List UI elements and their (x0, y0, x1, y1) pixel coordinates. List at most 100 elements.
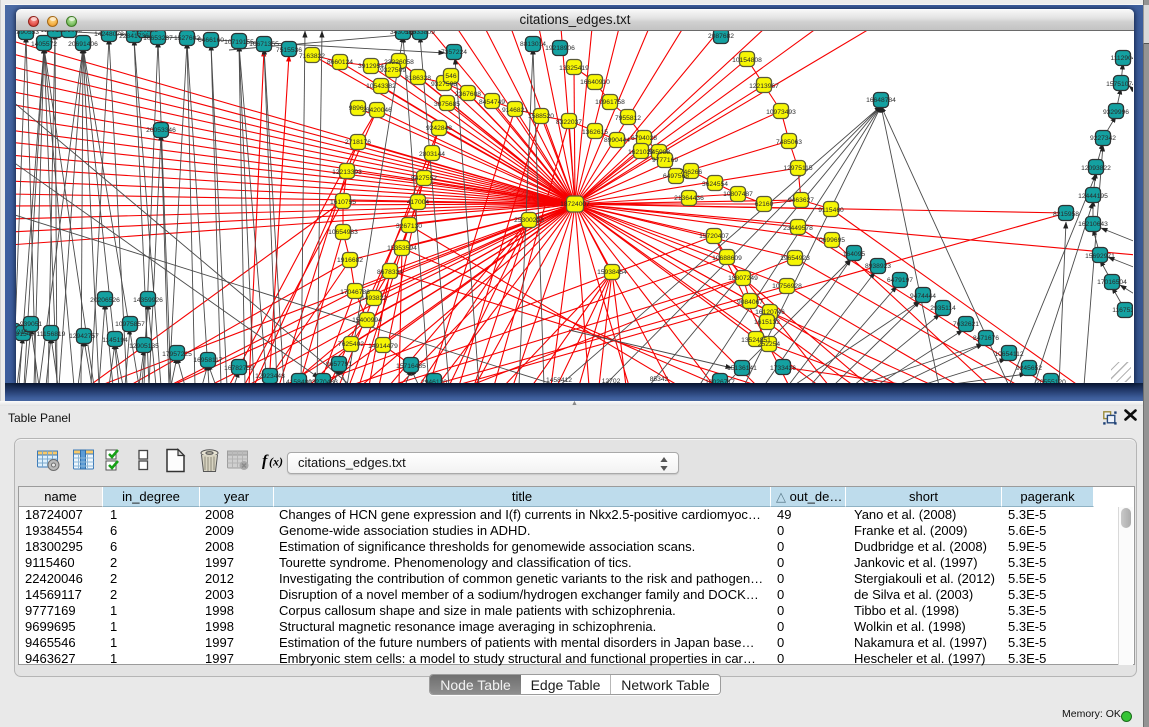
svg-text:25300203: 25300203 (514, 217, 544, 224)
svg-text:417004: 417004 (407, 199, 430, 206)
svg-text:2718176: 2718176 (345, 139, 371, 146)
svg-text:9227342: 9227342 (1090, 135, 1116, 142)
svg-text:1458412: 1458412 (546, 377, 572, 383)
svg-text:13325419: 13325419 (559, 65, 589, 72)
svg-text:8678334: 8678334 (377, 269, 403, 276)
svg-text:85342: 85342 (650, 376, 669, 383)
svg-text:6794028: 6794028 (631, 135, 657, 142)
svg-text:1493822: 1493822 (361, 295, 387, 302)
svg-text:10654983: 10654983 (328, 229, 358, 236)
svg-text:9245652: 9245652 (1016, 365, 1042, 372)
svg-text:16640910: 16640910 (580, 79, 610, 86)
svg-text:11156819: 11156819 (37, 331, 66, 338)
svg-text:12444195: 12444195 (1078, 193, 1108, 200)
svg-text:6061658: 6061658 (56, 31, 82, 34)
svg-text:16671355: 16671355 (249, 41, 279, 48)
svg-text:1916682: 1916682 (337, 257, 363, 264)
svg-text:12213967: 12213967 (749, 83, 779, 90)
svg-text:2087682: 2087682 (708, 33, 734, 40)
svg-text:2803144: 2803144 (419, 151, 445, 158)
svg-text:252254: 252254 (758, 341, 781, 348)
svg-text:9115460: 9115460 (818, 207, 844, 214)
svg-text:16210643: 16210643 (1078, 221, 1108, 228)
svg-text:10653287: 10653287 (143, 35, 173, 42)
svg-text:1733426: 1733426 (770, 365, 796, 372)
svg-text:7955812: 7955812 (615, 115, 641, 122)
svg-text:9327508: 9327508 (431, 81, 457, 88)
svg-text:10807487: 10807487 (723, 191, 753, 198)
svg-text:8186328: 8186328 (405, 75, 431, 82)
svg-text:9329996: 9329996 (1103, 109, 1129, 116)
svg-text:1527602: 1527602 (174, 35, 200, 42)
svg-text:7163822: 7163822 (299, 53, 325, 60)
svg-text:345988: 345988 (648, 149, 671, 156)
svg-text:17016504: 17016504 (1097, 279, 1127, 286)
svg-text:9327509: 9327509 (380, 67, 406, 74)
svg-text:23226058: 23226058 (384, 59, 414, 66)
svg-text:12942757: 12942757 (69, 333, 99, 340)
svg-text:16782759: 16782759 (224, 365, 254, 372)
svg-text:1145194: 1145194 (102, 337, 128, 344)
svg-text:62160: 62160 (755, 201, 774, 208)
svg-text:9657791: 9657791 (326, 361, 352, 368)
svg-text:20053346: 20053346 (146, 127, 176, 134)
svg-text:(x): (x) (269, 455, 283, 469)
svg-text:15938454: 15938454 (597, 269, 627, 276)
svg-text:8471676: 8471676 (973, 335, 999, 342)
svg-text:20555120: 20555120 (1036, 379, 1066, 383)
svg-text:12213393: 12213393 (332, 169, 362, 176)
svg-text:1167533: 1167533 (1112, 307, 1133, 314)
svg-text:7625402: 7625402 (338, 341, 364, 348)
svg-text:10973493: 10973493 (766, 109, 796, 116)
svg-text:19654923: 19654923 (780, 255, 810, 262)
svg-text:8215958: 8215958 (1053, 211, 1079, 218)
svg-text:8990444: 8990444 (604, 137, 630, 144)
svg-text:6479197: 6479197 (887, 277, 913, 284)
svg-text:1588520: 1588520 (528, 113, 554, 120)
svg-text:10654112: 10654112 (994, 351, 1024, 358)
svg-text:391549: 391549 (16, 331, 34, 338)
svg-text:1615132: 1615132 (754, 319, 780, 326)
svg-text:20206526: 20206526 (90, 297, 120, 304)
svg-text:1362615: 1362615 (582, 129, 608, 136)
svg-text:1405572: 1405572 (31, 41, 57, 48)
svg-text:6466160: 6466160 (198, 37, 224, 44)
svg-text:2946120: 2946120 (421, 379, 447, 383)
svg-text:8660124: 8660124 (327, 59, 353, 66)
svg-text:12702: 12702 (602, 378, 621, 383)
svg-text:939051: 939051 (20, 321, 43, 328)
svg-text:f: f (262, 453, 269, 470)
svg-text:7485063: 7485063 (776, 139, 802, 146)
svg-text:8427552: 8427552 (411, 175, 437, 182)
svg-text:16958117: 16958117 (193, 357, 223, 364)
svg-text:3875685: 3875685 (434, 101, 460, 108)
svg-text:21364436: 21364436 (674, 195, 704, 202)
svg-text:9084067: 9084067 (737, 299, 763, 306)
svg-text:15720407: 15720407 (699, 233, 729, 240)
svg-text:18026717: 18026717 (705, 379, 735, 383)
svg-text:16033809: 16033809 (405, 31, 435, 36)
svg-text:15692971: 15692971 (1085, 253, 1115, 260)
svg-text:2620223: 2620223 (132, 31, 158, 34)
svg-text:3267130: 3267130 (396, 223, 422, 230)
svg-text:16648784: 16648784 (866, 97, 896, 104)
svg-text:18807249: 18807249 (728, 275, 758, 282)
svg-text:10154808: 10154808 (732, 57, 762, 64)
svg-text:13270483: 13270483 (308, 379, 338, 383)
svg-text:2367608: 2367608 (455, 91, 481, 98)
svg-text:10543382: 10543382 (366, 83, 396, 90)
svg-text:98961: 98961 (349, 105, 368, 112)
svg-text:9242848: 9242848 (426, 125, 452, 132)
svg-text:20691406: 20691406 (68, 41, 98, 48)
svg-text:9474444: 9474444 (910, 293, 936, 300)
svg-text:15751074: 15751074 (1106, 81, 1133, 88)
svg-text:546: 546 (445, 73, 456, 80)
svg-text:1890553: 1890553 (16, 31, 39, 36)
svg-text:9777169: 9777169 (652, 157, 678, 164)
svg-text:10756928: 10756928 (772, 283, 802, 290)
svg-text:8454749: 8454749 (479, 99, 505, 106)
svg-text:12923448: 12923448 (255, 373, 285, 380)
svg-text:9463627: 9463627 (788, 197, 814, 204)
svg-text:14359926: 14359926 (133, 297, 163, 304)
svg-text:1112904: 1112904 (1110, 55, 1133, 62)
